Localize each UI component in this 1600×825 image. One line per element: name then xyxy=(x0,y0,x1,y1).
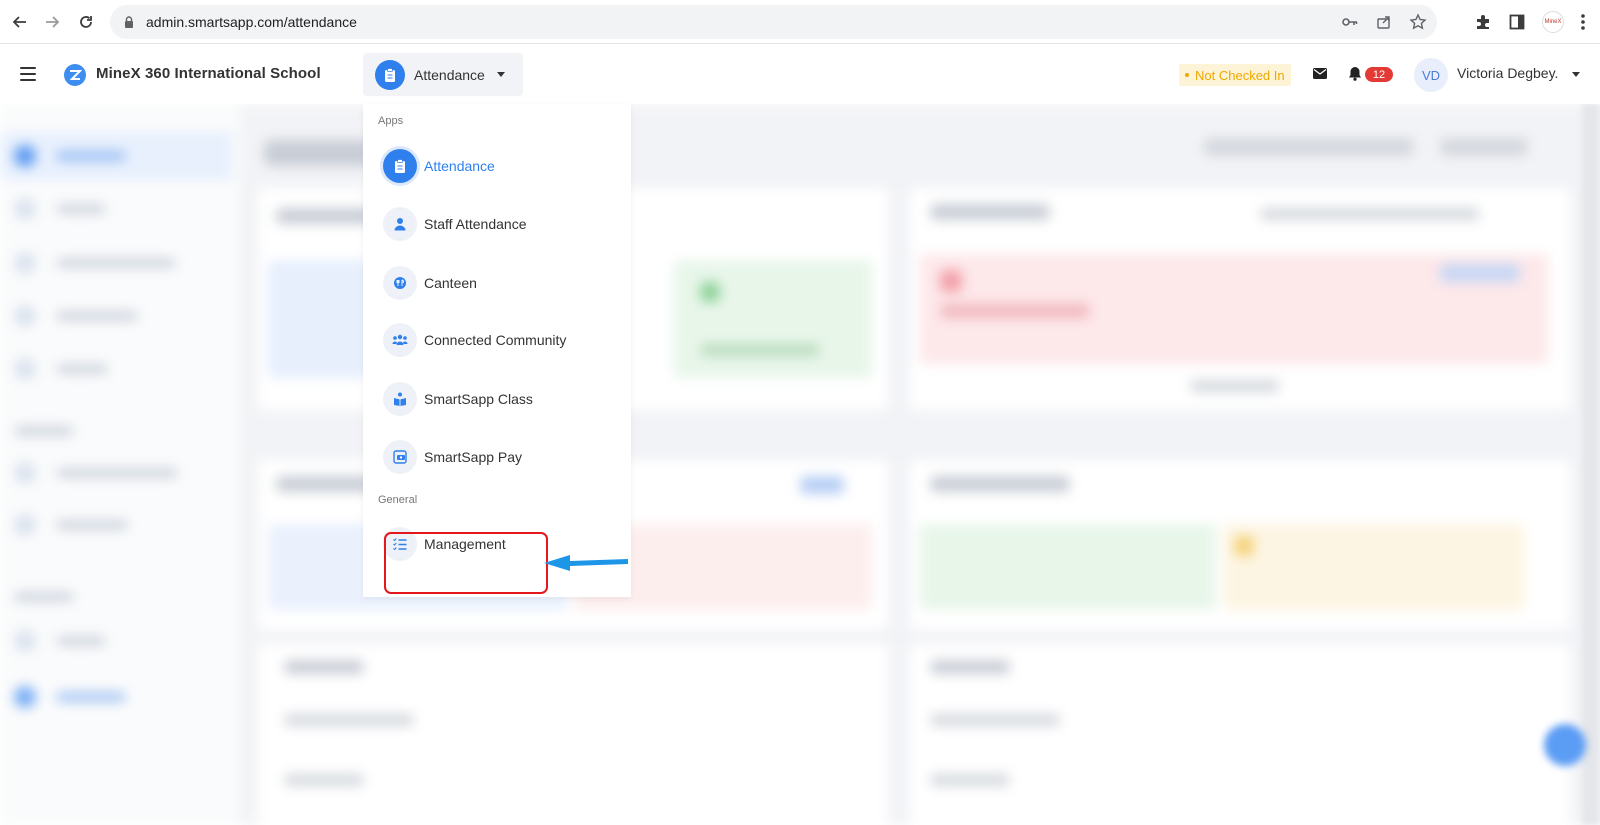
back-icon[interactable] xyxy=(6,8,34,36)
school-logo xyxy=(64,64,86,86)
share-icon[interactable] xyxy=(1375,13,1393,31)
menu-item-attendance[interactable]: Attendance xyxy=(383,146,613,186)
reload-icon[interactable] xyxy=(72,8,100,36)
address-bar[interactable]: admin.smartsapp.com/attendance xyxy=(110,5,1437,39)
menu-item-label: Connected Community xyxy=(424,332,567,348)
annotation-arrow xyxy=(544,555,628,571)
payment-icon xyxy=(383,440,417,474)
menu-item-label: SmartSapp Class xyxy=(424,391,533,407)
apps-section-title: Apps xyxy=(378,115,404,127)
notification-count-badge: 12 xyxy=(1365,67,1393,82)
bell-icon[interactable] xyxy=(1348,66,1362,81)
avatar[interactable]: VD xyxy=(1414,58,1448,92)
menu-item-label: SmartSapp Pay xyxy=(424,449,523,465)
community-icon xyxy=(383,323,417,357)
url-text: admin.smartsapp.com/attendance xyxy=(146,14,357,30)
star-icon[interactable] xyxy=(1409,13,1427,31)
status-dot xyxy=(1185,73,1189,77)
menu-item-smartsapp-class[interactable]: SmartSapp Class xyxy=(383,379,613,419)
app-header: MineX 360 International School Attendanc… xyxy=(0,45,1600,104)
menu-item-canteen[interactable]: Canteen xyxy=(383,263,613,303)
menu-item-label: Attendance xyxy=(424,158,495,174)
browser-profile-icon[interactable]: MineX xyxy=(1542,11,1564,33)
more-menu-icon[interactable] xyxy=(1580,13,1586,31)
extensions-icon[interactable] xyxy=(1474,13,1492,31)
lock-icon xyxy=(125,16,133,28)
app-switcher-dropdown: Apps Attendance Staff Attendance Canteen… xyxy=(363,104,631,597)
side-panel-icon[interactable] xyxy=(1508,13,1526,31)
chevron-down-icon xyxy=(496,72,505,77)
check-in-status-text: Not Checked In xyxy=(1195,67,1285,83)
check-in-status-badge[interactable]: Not Checked In xyxy=(1179,64,1291,86)
app-switcher-button[interactable]: Attendance xyxy=(363,53,523,96)
menu-item-label: Canteen xyxy=(424,275,477,291)
menu-item-smartsapp-pay[interactable]: SmartSapp Pay xyxy=(383,437,613,477)
forward-icon[interactable] xyxy=(38,8,66,36)
key-icon[interactable] xyxy=(1341,13,1359,31)
person-icon xyxy=(383,207,417,241)
app-switcher-label: Attendance xyxy=(414,66,485,83)
general-section-title: General xyxy=(378,494,418,506)
floating-action-button[interactable] xyxy=(1544,724,1586,766)
menu-item-staff-attendance[interactable]: Staff Attendance xyxy=(383,204,613,244)
menu-item-connected-community[interactable]: Connected Community xyxy=(383,320,613,360)
clipboard-icon xyxy=(383,149,417,183)
school-name: MineX 360 International School xyxy=(96,65,321,82)
browser-toolbar: admin.smartsapp.com/attendance MineX xyxy=(0,0,1600,44)
annotation-highlight-box xyxy=(384,532,548,594)
clipboard-icon xyxy=(375,59,405,90)
blurred-dashboard xyxy=(0,104,1600,825)
sidebar xyxy=(0,104,240,825)
mail-icon[interactable] xyxy=(1313,68,1327,79)
menu-item-label: Staff Attendance xyxy=(424,216,527,232)
user-menu-chevron-icon[interactable] xyxy=(1572,72,1580,77)
scrollbar[interactable] xyxy=(1582,104,1600,825)
food-icon xyxy=(383,266,417,300)
hamburger-menu-icon[interactable] xyxy=(20,67,36,81)
user-name[interactable]: Victoria Degbey. xyxy=(1457,65,1558,81)
book-reader-icon xyxy=(383,382,417,416)
